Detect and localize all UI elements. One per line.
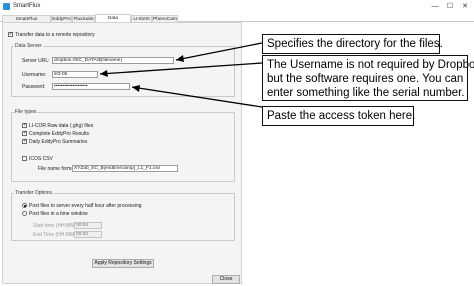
username-callout-line-3: enter something like the serial number.	[267, 87, 465, 99]
username-arrow	[99, 62, 263, 75]
username-callout-line-1: The Username is not required by Dropbox,	[267, 59, 474, 71]
username-callout: The Username is not required by Dropbox,…	[262, 55, 474, 101]
token-callout: Paste the access token here.	[262, 106, 416, 126]
directory-callout: Specifies the directory for the files.	[262, 34, 443, 54]
token-callout-text: Paste the access token here.	[267, 110, 416, 122]
directory-arrow	[175, 42, 263, 61]
token-arrow	[131, 86, 263, 108]
username-arrowhead	[100, 70, 108, 77]
username-callout-line-2: but the software requires one. You can	[267, 73, 464, 85]
token-arrowhead	[132, 85, 140, 92]
directory-callout-text: Specifies the directory for the files.	[267, 38, 443, 50]
directory-arrowhead	[176, 55, 184, 62]
